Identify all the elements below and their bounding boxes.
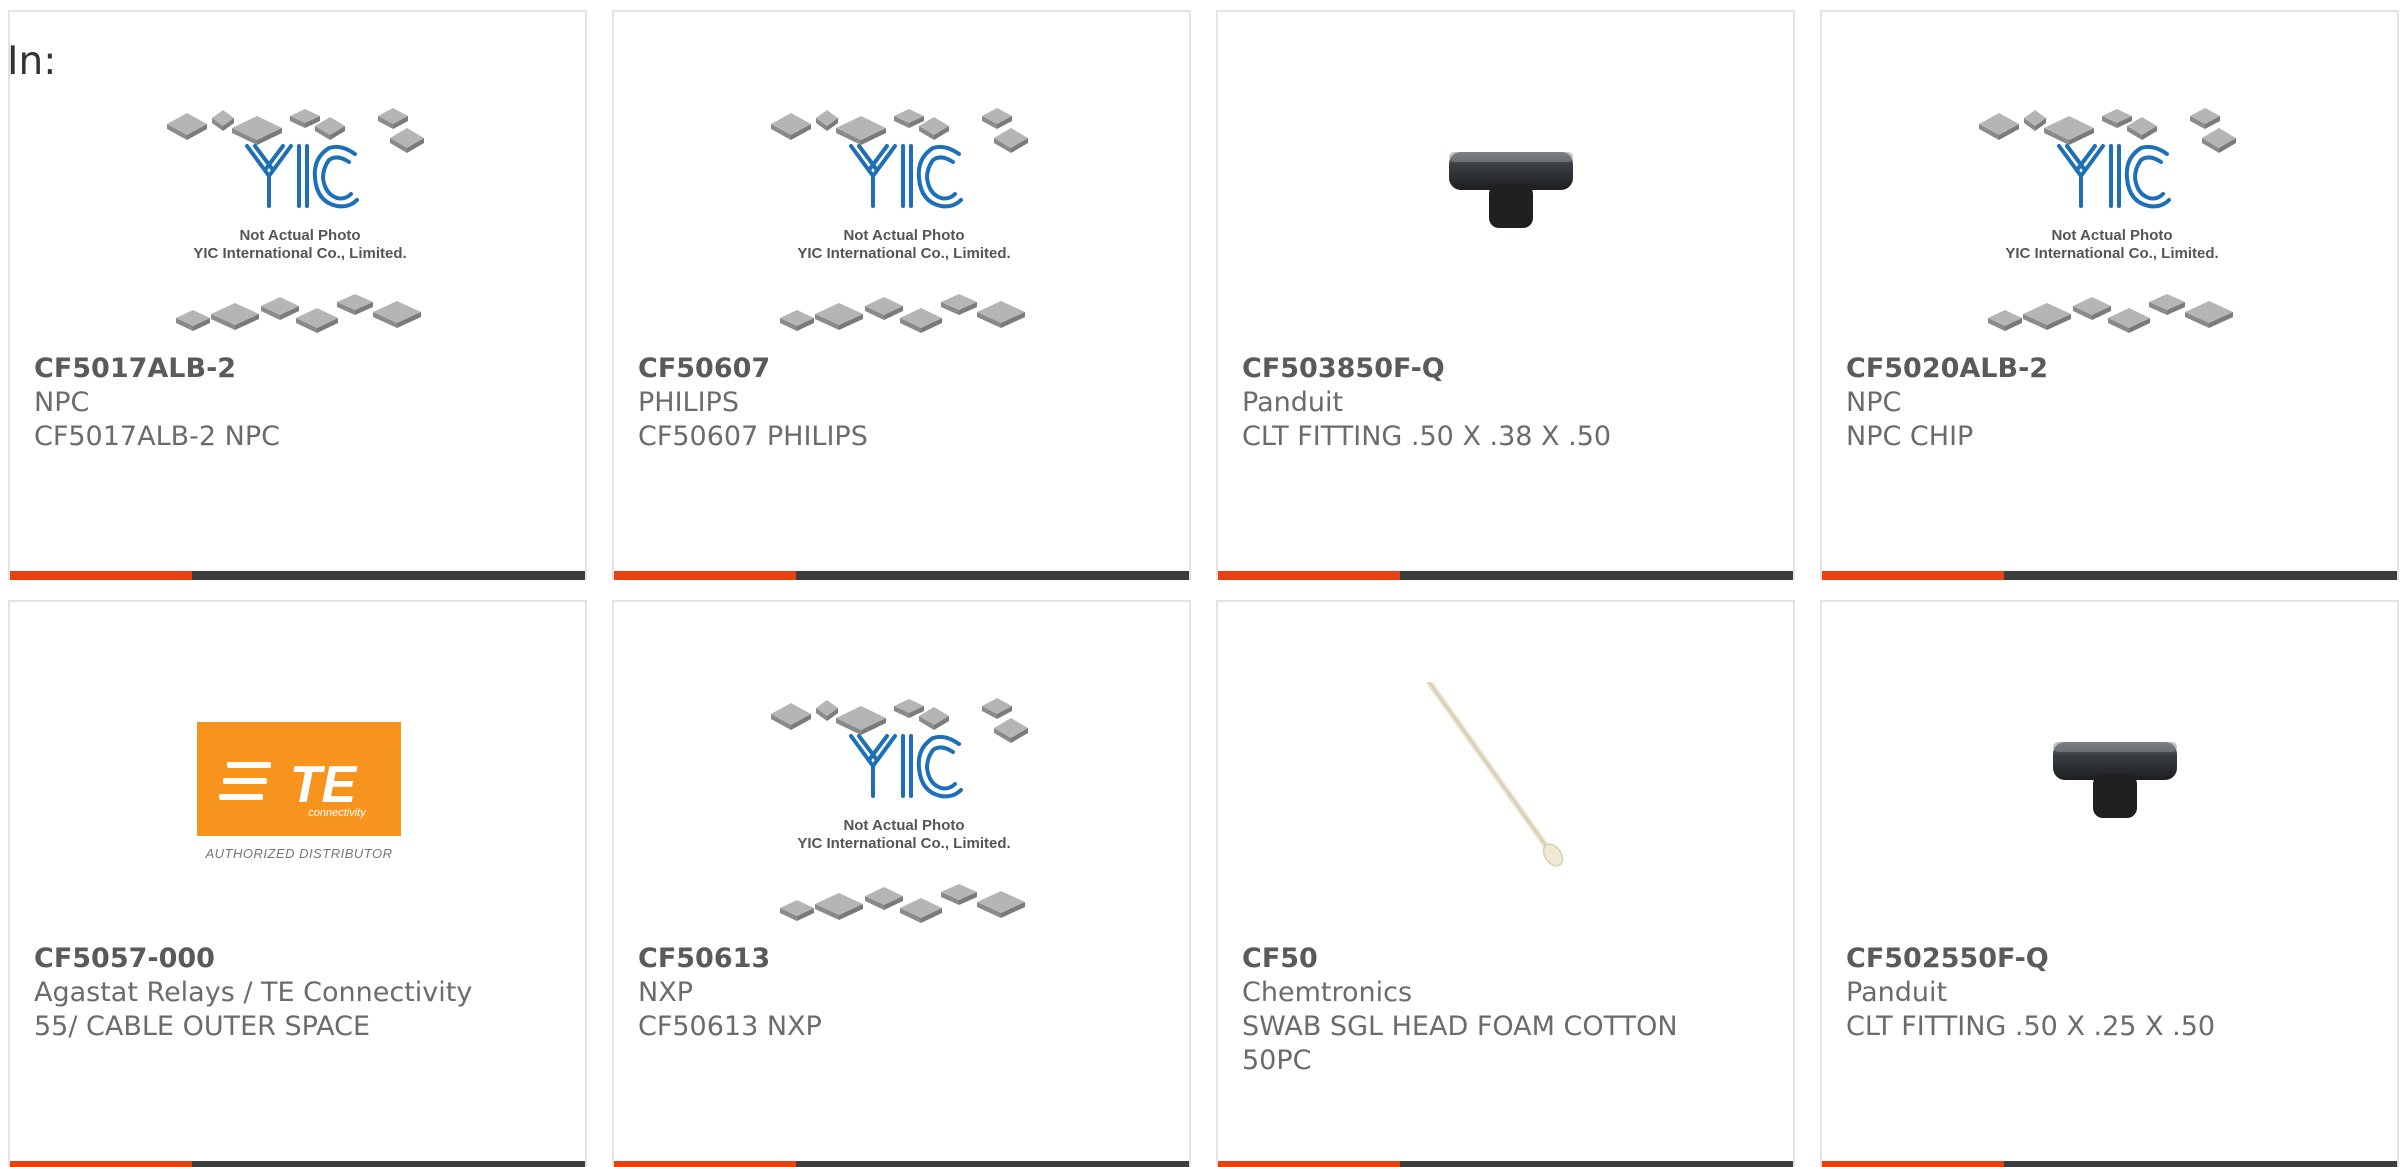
card-accent [1822, 1161, 2004, 1167]
product-image[interactable]: Not Actual Photo YIC International Co., L… [614, 676, 1189, 936]
product-card[interactable]: Not Actual Photo YIC International Co., L… [612, 10, 1191, 580]
card-accent [10, 1161, 192, 1167]
image-caption-1: Not Actual Photo [843, 817, 964, 834]
product-image[interactable] [1218, 92, 1793, 352]
t-fitting-icon [2052, 742, 2177, 818]
image-caption-1: Not Actual Photo [239, 227, 360, 244]
card-footer-bar [1218, 571, 1793, 580]
product-image[interactable]: TE connectivity AUTHORIZED DISTRIBUTOR [10, 682, 585, 942]
yic-placeholder-icon: Not Actual PhotoYIC International Co., L… [166, 108, 424, 333]
product-card[interactable]: TE connectivity AUTHORIZED DISTRIBUTOR CF5… [8, 600, 587, 1167]
product-card[interactable]: Not Actual Photo YIC International Co., L… [1820, 10, 2399, 580]
image-caption-1: Not Actual Photo [843, 227, 964, 244]
description: SWAB SGL HEAD FOAM COTTON 50PC [1242, 1011, 1678, 1076]
manufacturer: Panduit [1242, 387, 1344, 418]
description: CF50607 PHILIPS [638, 421, 868, 452]
manufacturer: NXP [638, 977, 693, 1008]
card-footer-bar [1822, 1161, 2397, 1167]
product-image[interactable] [1218, 682, 1793, 942]
product-image[interactable] [1822, 682, 2397, 942]
image-caption-1: Not Actual Photo [2051, 227, 2172, 244]
card-footer-bar [614, 1161, 1189, 1167]
te-logo-subtext: connectivity [308, 807, 367, 819]
t-fitting-icon [1448, 152, 1573, 228]
manufacturer: PHILIPS [638, 387, 739, 418]
description: 55/ CABLE OUTER SPACE [34, 1011, 371, 1042]
product-image[interactable]: Not Actual Photo YIC International Co., L… [1822, 86, 2397, 346]
manufacturer: Agastat Relays / TE Connectivity [34, 977, 473, 1008]
part-number[interactable]: CF5017ALB-2 [34, 352, 561, 386]
card-accent [1218, 1161, 1400, 1167]
image-caption-1: AUTHORIZED DISTRIBUTOR [204, 846, 392, 861]
manufacturer: NPC [1846, 387, 1902, 418]
card-footer-bar [614, 571, 1189, 580]
card-accent [1822, 571, 2004, 580]
yic-placeholder-icon: Not Actual PhotoYIC International Co., L… [770, 698, 1028, 923]
te-logo-icon: TEconnectivity AUTHORIZED DISTRIBUTOR [196, 722, 401, 861]
part-number[interactable]: CF50607 [638, 352, 1165, 386]
description: CLT FITTING .50 X .38 X .50 [1242, 421, 1612, 452]
product-card[interactable]: CF503850F-Q Panduit CLT FITTING .50 X .3… [1216, 10, 1795, 580]
part-number[interactable]: CF50613 [638, 942, 1165, 976]
te-logo-text: TE [289, 756, 357, 814]
card-accent [10, 571, 192, 580]
card-accent [614, 571, 796, 580]
part-number[interactable]: CF50 [1242, 942, 1769, 976]
card-accent [1218, 571, 1400, 580]
part-number[interactable]: CF5020ALB-2 [1846, 352, 2373, 386]
card-footer-bar [10, 1161, 585, 1167]
card-footer-bar [10, 571, 585, 580]
image-caption-2: YIC International Co., Limited. [797, 245, 1010, 262]
part-number[interactable]: CF5057-000 [34, 942, 561, 976]
card-accent [614, 1161, 796, 1167]
description: CLT FITTING .50 X .25 X .50 [1846, 1011, 2216, 1042]
part-number[interactable]: CF503850F-Q [1242, 352, 1769, 386]
swab-icon [1425, 682, 1563, 867]
manufacturer: Chemtronics [1242, 977, 1413, 1008]
product-image[interactable]: Not Actual Photo YIC International Co., L… [10, 86, 585, 346]
product-grid-page: In: Not Actual Photo YIC International Co… [0, 0, 2400, 1167]
card-footer-bar [1218, 1161, 1793, 1167]
manufacturer: NPC [34, 387, 90, 418]
product-card[interactable]: CF502550F-Q Panduit CLT FITTING .50 X .2… [1820, 600, 2399, 1167]
product-card[interactable]: CF50 Chemtronics SWAB SGL HEAD FOAM COTT… [1216, 600, 1795, 1167]
product-card[interactable]: Not Actual Photo YIC International Co., L… [8, 10, 587, 580]
image-caption-2: YIC International Co., Limited. [193, 245, 406, 262]
image-caption-2: YIC International Co., Limited. [2005, 245, 2218, 262]
yic-placeholder-icon: Not Actual PhotoYIC International Co., L… [770, 108, 1028, 333]
manufacturer: Panduit [1846, 977, 1948, 1008]
product-card[interactable]: Not Actual Photo YIC International Co., L… [612, 600, 1191, 1167]
part-number[interactable]: CF502550F-Q [1846, 942, 2373, 976]
yic-placeholder-icon: Not Actual PhotoYIC International Co., L… [1978, 108, 2236, 333]
product-grid: Not Actual Photo YIC International Co., L… [8, 10, 2400, 1167]
description: CF50613 NXP [638, 1011, 822, 1042]
description: NPC CHIP [1846, 421, 1974, 452]
product-image[interactable]: Not Actual Photo YIC International Co., L… [614, 86, 1189, 346]
card-footer-bar [1822, 571, 2397, 580]
image-caption-2: YIC International Co., Limited. [797, 835, 1010, 852]
filter-label: In: [7, 39, 57, 84]
description: CF5017ALB-2 NPC [34, 421, 280, 452]
